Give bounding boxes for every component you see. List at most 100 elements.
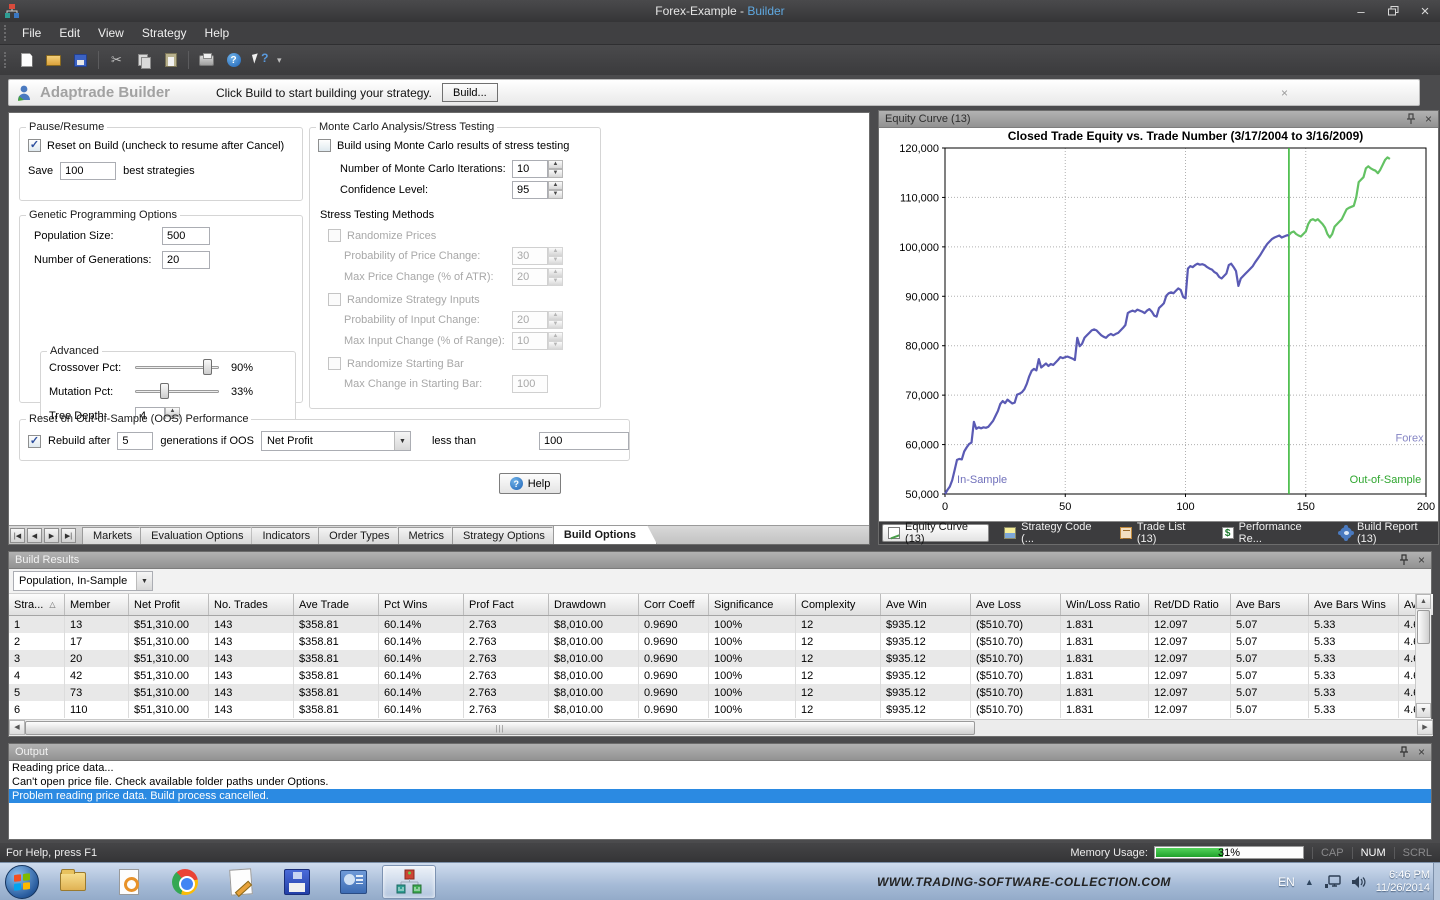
scroll-down-icon[interactable]: ▼ [1416, 703, 1431, 718]
tab-evaluation-options[interactable]: Evaluation Options [140, 527, 260, 544]
column-header[interactable]: Ave Bars [1231, 594, 1309, 615]
tab-scroll-next-button[interactable]: ▶ [44, 528, 59, 543]
table-row[interactable]: 217$51,310.00143$358.8160.14%2.763$8,010… [9, 633, 1431, 650]
options-help-button[interactable]: ? Help [499, 473, 561, 494]
table-row[interactable]: 6110$51,310.00143$358.8160.14%2.763$8,01… [9, 701, 1431, 718]
scroll-left-icon[interactable]: ◀ [9, 720, 25, 735]
scroll-up-icon[interactable]: ▲ [1416, 594, 1431, 609]
taskbar-explorer-button[interactable] [46, 865, 100, 899]
max-price-input[interactable] [512, 268, 548, 286]
hidden-icons-chevron-icon[interactable]: ▲ [1305, 877, 1314, 887]
column-header[interactable]: Ret/DD Ratio [1149, 594, 1231, 615]
tab-order-types[interactable]: Order Types [318, 527, 406, 544]
new-button[interactable] [14, 49, 39, 72]
taskbar-clock[interactable]: 6:46 PM11/26/2014 [1376, 869, 1430, 895]
mutation-slider[interactable] [135, 383, 219, 400]
confidence-spinner[interactable]: ▲▼ [548, 181, 563, 199]
close-icon[interactable]: × [1418, 747, 1425, 757]
menu-edit[interactable]: Edit [50, 23, 89, 43]
column-header[interactable]: Ave Trade [294, 594, 379, 615]
menu-help[interactable]: Help [196, 23, 239, 43]
iterations-input[interactable] [512, 160, 548, 178]
oos-threshold-input[interactable] [539, 432, 629, 450]
tab-strategy-options[interactable]: Strategy Options [452, 527, 562, 544]
column-header[interactable]: Pct Wins [379, 594, 464, 615]
context-help-button[interactable]: ? [248, 49, 273, 72]
taskbar-notepad-button[interactable] [214, 865, 268, 899]
results-horizontal-scrollbar[interactable]: ◀ ||| ▶ [9, 719, 1433, 736]
tab-scroll-last-button[interactable]: ▶| [61, 528, 76, 543]
minimize-button[interactable]: – [1352, 4, 1370, 19]
max-start-input[interactable] [512, 375, 548, 393]
max-price-spinner[interactable]: ▲▼ [548, 268, 563, 286]
table-row[interactable]: 573$51,310.00143$358.8160.14%2.763$8,010… [9, 684, 1431, 701]
close-icon[interactable]: × [1418, 555, 1425, 565]
iterations-spinner[interactable]: ▲▼ [548, 160, 563, 178]
tab-markets[interactable]: Markets [82, 527, 149, 544]
column-header[interactable]: Drawdown [549, 594, 639, 615]
max-input-spinner[interactable]: ▲▼ [548, 332, 563, 350]
population-size-input[interactable] [162, 227, 210, 245]
save-button[interactable] [68, 49, 93, 72]
close-button[interactable]: × [1416, 3, 1434, 20]
taskbar-search-button[interactable] [102, 865, 156, 899]
column-header[interactable]: Ave Bars Wins [1309, 594, 1399, 615]
tab-trade-list[interactable]: Trade List (13) [1115, 524, 1207, 542]
prob-price-spinner[interactable]: ▲▼ [548, 247, 563, 265]
menu-file[interactable]: File [13, 23, 50, 43]
crossover-slider[interactable] [135, 359, 219, 376]
taskbar-system-button[interactable] [326, 865, 380, 899]
column-header[interactable]: Ave Win [881, 594, 971, 615]
tab-metrics[interactable]: Metrics [398, 527, 461, 544]
open-button[interactable] [41, 49, 66, 72]
table-row[interactable]: 113$51,310.00143$358.8160.14%2.763$8,010… [9, 616, 1431, 633]
show-desktop-button[interactable] [1433, 863, 1440, 900]
print-button[interactable] [194, 49, 219, 72]
start-button[interactable] [5, 865, 39, 899]
randomize-start-checkbox[interactable] [328, 357, 341, 370]
column-header[interactable]: Significance [709, 594, 796, 615]
taskbar-floppy-button[interactable] [270, 865, 324, 899]
column-header[interactable]: Corr Coeff [639, 594, 709, 615]
language-indicator[interactable]: EN [1278, 875, 1295, 889]
column-header[interactable]: Win/Loss Ratio [1061, 594, 1149, 615]
column-header[interactable]: Complexity [796, 594, 881, 615]
copy-button[interactable] [131, 49, 156, 72]
results-filter-select[interactable]: Population, In-Sample ▼ [13, 571, 153, 591]
randomize-inputs-checkbox[interactable] [328, 293, 341, 306]
column-header[interactable]: Net Profit [129, 594, 209, 615]
column-header[interactable]: Member [65, 594, 129, 615]
build-button[interactable]: Build... [442, 83, 498, 102]
max-input-input[interactable] [512, 332, 548, 350]
oos-metric-select[interactable]: Net Profit ▼ [261, 431, 411, 451]
pin-icon[interactable] [1405, 113, 1417, 125]
scrollbar-thumb[interactable] [1417, 610, 1430, 644]
tab-scroll-prev-button[interactable]: ◀ [27, 528, 42, 543]
tab-strategy-code[interactable]: Strategy Code (... [999, 524, 1105, 542]
column-header[interactable]: Prof Fact [464, 594, 549, 615]
results-vertical-scrollbar[interactable]: ▲ ▼ [1415, 594, 1431, 718]
cut-button[interactable]: ✂ [104, 49, 129, 72]
prob-input-spinner[interactable]: ▲▼ [548, 311, 563, 329]
build-monte-carlo-checkbox[interactable] [318, 139, 331, 152]
toolbar-overflow-icon[interactable]: ▾ [277, 55, 282, 66]
column-header[interactable]: Stra... [9, 594, 65, 615]
restore-button[interactable] [1384, 4, 1402, 19]
tab-indicators[interactable]: Indicators [251, 527, 327, 544]
header-close-icon[interactable]: × [1281, 86, 1288, 100]
pin-icon[interactable] [1398, 554, 1410, 566]
reset-on-build-checkbox[interactable] [28, 139, 41, 152]
generations-input[interactable] [162, 251, 210, 269]
prob-price-input[interactable] [512, 247, 548, 265]
taskbar-builder-button[interactable] [382, 865, 436, 899]
help-button[interactable]: ? [221, 49, 246, 72]
tab-build-options[interactable]: Build Options [553, 525, 657, 544]
tab-build-report[interactable]: Build Report (13) [1335, 524, 1438, 542]
save-strategies-input[interactable] [60, 162, 116, 180]
tab-performance-report[interactable]: $Performance Re... [1217, 524, 1325, 542]
tab-scroll-first-button[interactable]: |◀ [10, 528, 25, 543]
rebuild-checkbox[interactable] [28, 435, 41, 448]
taskbar-chrome-button[interactable] [158, 865, 212, 899]
table-row[interactable]: 320$51,310.00143$358.8160.14%2.763$8,010… [9, 650, 1431, 667]
prob-input-input[interactable] [512, 311, 548, 329]
